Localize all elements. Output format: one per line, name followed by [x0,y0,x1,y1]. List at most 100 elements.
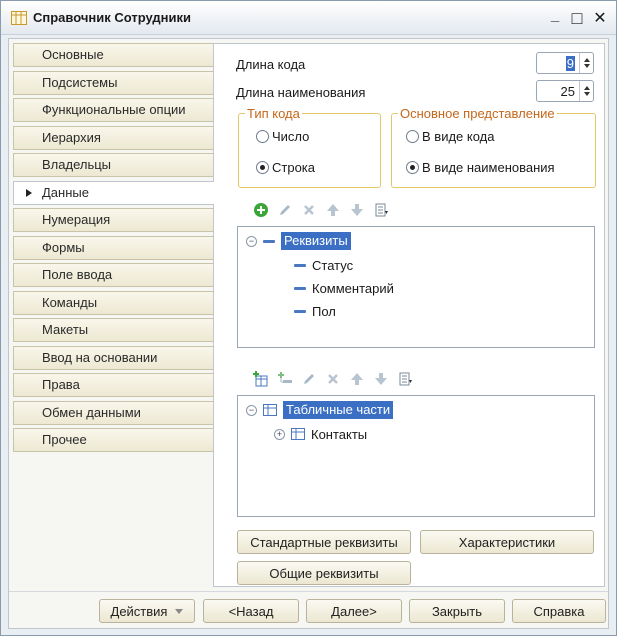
tab-item[interactable]: Основные [13,43,213,67]
tree-item-label: Комментарий [312,280,394,296]
tree-row[interactable]: Статус [294,255,353,275]
tree-row[interactable]: Пол [294,301,336,321]
edit-attribute-button[interactable] [276,201,294,219]
radio-label: Число [272,129,310,144]
move-down-button[interactable] [372,370,390,388]
radio-label: В виде наименования [422,160,555,175]
standard-attributes-button[interactable]: Стандартные реквизиты [237,530,411,554]
dialog-window: Справочник Сотрудники _ □ ✕ Основные Подс… [0,0,617,636]
next-button[interactable]: Далее> [306,599,402,623]
tab-item[interactable]: Обмен данными [13,400,213,425]
radio-circle [256,161,269,174]
tree-row[interactable]: Комментарий [294,278,394,298]
tab-label: Команды [42,294,98,310]
close-window-button[interactable]: ✕ [589,7,611,29]
presentation-code-radio[interactable]: В виде кода [406,129,494,144]
tab-item[interactable]: Формы [13,235,213,260]
code-length-value: 9 [565,55,575,71]
move-up-button[interactable] [348,370,366,388]
maximize-button[interactable]: □ [566,7,588,29]
tab-label: Основные [42,47,104,62]
tabular-parts-tree[interactable]: − Табличные части + Контакты [237,395,595,517]
code-type-number-radio[interactable]: Число [256,129,309,144]
sort-list-button[interactable] [396,370,414,388]
catalog-icon [11,11,27,28]
maximize-icon: □ [571,7,583,28]
tab-item[interactable]: Данные [13,180,214,205]
collapse-icon[interactable]: − [246,235,257,247]
tab-label: Нумерация [42,212,111,227]
tab-label: Прочее [42,432,87,447]
tab-item[interactable]: Функциональные опции [13,98,213,122]
expand-icon[interactable]: + [274,428,285,440]
attributes-toolbar [252,201,390,219]
radio-circle [406,130,419,143]
active-tab-arrow-icon [26,188,32,197]
tree-row-root[interactable]: − Реквизиты [246,231,351,251]
tab-item[interactable]: Прочее [13,428,213,452]
stepper-up-icon [583,58,590,62]
code-type-string-radio[interactable]: Строка [256,160,315,175]
tab-label: Макеты [42,322,89,337]
title-bar[interactable]: Справочник Сотрудники _ □ ✕ [1,1,616,35]
data-tab-pane: Длина кода 9 Длина наименования 25 Тип к… [213,43,605,587]
attribute-icon [263,239,275,243]
code-length-stepper[interactable] [579,53,593,73]
back-button[interactable]: <Назад [203,599,299,623]
minimize-icon: _ [550,6,560,24]
add-column-button[interactable] [276,370,294,388]
radio-circle [406,161,419,174]
collapse-icon[interactable]: − [246,404,257,416]
add-attribute-button[interactable] [252,201,270,219]
tab-label: Поле ввода [42,267,113,282]
radio-label: В виде кода [422,129,495,144]
tree-item-label: Статус [312,257,354,273]
tab-item[interactable]: Нумерация [13,208,213,232]
tree-row-root[interactable]: − Табличные части [246,400,394,420]
name-length-stepper[interactable] [579,81,593,101]
tab-label: Обмен данными [42,404,141,420]
attributes-tree[interactable]: − Реквизиты Статус Комментарий Пол [237,226,595,348]
actions-label: Действия [110,603,168,619]
move-up-button[interactable] [324,201,342,219]
tab-item[interactable]: Ввод на основании [13,345,213,370]
table-icon [291,428,305,440]
main-presentation-group: Основное представление [391,106,596,188]
edit-table-button[interactable] [300,370,318,388]
common-attributes-button[interactable]: Общие реквизиты [237,561,411,585]
attribute-icon [294,309,306,313]
attribute-icon [294,286,306,290]
code-length-input[interactable]: 9 [536,52,594,74]
dropdown-icon [175,608,184,614]
tab-label: Данные [42,184,89,200]
tab-label: Подсистемы [42,74,118,90]
sort-list-button[interactable] [372,201,390,219]
add-table-button[interactable] [252,370,270,388]
tab-item[interactable]: Владельцы [13,153,213,177]
tab-item[interactable]: Подсистемы [13,70,213,95]
move-down-button[interactable] [348,201,366,219]
tree-row[interactable]: + Контакты [274,424,367,444]
delete-icon [328,374,338,384]
code-type-legend: Тип кода [247,106,300,121]
tab-label: Иерархия [42,129,101,145]
close-icon: ✕ [593,10,607,27]
characteristics-button[interactable]: Характеристики [420,530,594,554]
presentation-name-radio[interactable]: В виде наименования [406,160,555,175]
tab-item[interactable]: Иерархия [13,125,213,150]
name-length-value: 25 [560,83,575,99]
delete-attribute-button[interactable] [300,201,318,219]
close-button[interactable]: Закрыть [409,599,505,623]
tab-item[interactable]: Команды [13,290,213,315]
tab-item[interactable]: Права [13,373,213,397]
pencil-icon [304,374,314,384]
help-button[interactable]: Справка [512,599,606,623]
add-table-icon [253,371,268,387]
actions-button[interactable]: Действия [99,599,195,623]
name-length-input[interactable]: 25 [536,80,594,102]
tab-item[interactable]: Макеты [13,318,213,342]
minimize-button[interactable]: _ [544,7,566,29]
delete-table-button[interactable] [324,370,342,388]
pencil-icon [280,205,290,215]
tab-item[interactable]: Поле ввода [13,263,213,287]
